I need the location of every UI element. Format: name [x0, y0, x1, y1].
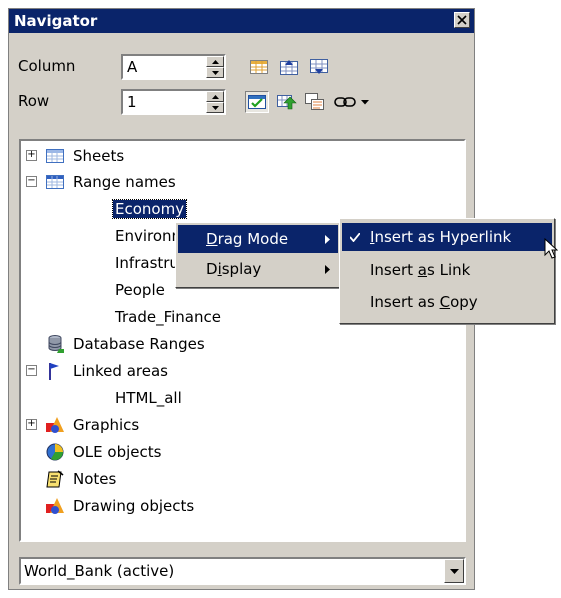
row-spinbox[interactable]: 1 [121, 89, 226, 115]
close-button[interactable] [454, 12, 470, 28]
checkmark-icon [350, 232, 360, 242]
notes-icon [46, 470, 64, 488]
menu-text: rag Mode [217, 230, 289, 248]
database-icon [48, 335, 64, 353]
drag-mode-submenu: Insert as Hyperlink Insert as Link Inser… [339, 218, 555, 324]
scenarios-button[interactable] [275, 91, 299, 113]
submenu-item-insert-as-link[interactable]: Insert as Link [342, 256, 552, 284]
start-button[interactable] [277, 56, 301, 78]
menu-mnemonic: C [439, 293, 451, 311]
tree-label: OLE objects [73, 443, 162, 461]
submenu-item-insert-as-hyperlink[interactable]: Insert as Hyperlink [342, 223, 552, 251]
tree-label: Notes [73, 470, 117, 488]
tree-label: Linked areas [73, 362, 168, 380]
ole-objects-icon [46, 443, 64, 461]
row-increment-button[interactable] [206, 91, 224, 102]
tree-label: Sheets [73, 147, 125, 165]
column-value[interactable]: A [127, 58, 137, 76]
arrow-up-icon [211, 59, 219, 64]
mouse-cursor-icon [544, 238, 558, 259]
arrow-down-icon [211, 70, 219, 75]
range-names-icon [46, 175, 64, 189]
document-select-dropdown-button[interactable] [444, 559, 464, 583]
tree-label: Drawing objects [73, 497, 195, 515]
menu-text: s Link [427, 261, 471, 279]
row-label: Row [18, 92, 50, 110]
window-title: Navigator [14, 12, 98, 30]
start-icon [280, 60, 298, 75]
submenu-arrow-icon [325, 264, 330, 274]
menu-text: nsert as Hyperlink [374, 228, 512, 246]
flag-icon [49, 363, 59, 380]
document-select[interactable]: World_Bank (active) [19, 557, 466, 585]
chevron-down-icon [360, 99, 369, 104]
column-spinbox[interactable]: A [121, 54, 226, 80]
tree-label: Infrastru [115, 254, 179, 272]
tree-item-economy[interactable]: Economy [111, 196, 188, 222]
chevron-down-icon [449, 568, 459, 574]
arrow-down-icon [211, 105, 219, 110]
tree-item-people[interactable]: People [115, 277, 165, 303]
tree-label: Range names [73, 173, 176, 191]
collapse-minus-icon[interactable]: − [26, 176, 37, 187]
end-icon [310, 59, 328, 74]
end-button[interactable] [307, 56, 331, 78]
menu-item-drag-mode[interactable]: Drag Mode [178, 225, 338, 253]
tree-item-html-all[interactable]: HTML_all [115, 385, 182, 411]
drawing-objects-icon [46, 498, 64, 514]
menu-text: splay [221, 260, 262, 278]
arrow-up-icon [211, 94, 219, 99]
context-menu: Drag Mode Display [175, 222, 341, 288]
tree-item-trade-finance[interactable]: Trade_Finance [115, 304, 221, 330]
navigator-tree[interactable]: + Sheets − Range names Economy Environm … [19, 139, 466, 542]
graphics-icon [46, 417, 64, 433]
row-decrement-button[interactable] [206, 102, 224, 113]
link-dropdown-button[interactable] [331, 91, 371, 113]
scenarios-icon [277, 95, 297, 110]
tree-label: Graphics [73, 416, 140, 434]
menu-text: Insert as [370, 293, 440, 311]
toggle-button[interactable] [245, 91, 269, 113]
drag-mode-icon [305, 93, 324, 110]
column-label: Column [18, 57, 76, 75]
document-select-value: World_Bank (active) [24, 562, 175, 580]
menu-text: D [206, 260, 218, 278]
submenu-arrow-icon [325, 234, 330, 244]
column-decrement-button[interactable] [206, 67, 224, 78]
menu-item-display[interactable]: Display [178, 255, 338, 283]
row-value[interactable]: 1 [127, 93, 137, 111]
menu-text: Insert [370, 261, 418, 279]
close-icon [457, 15, 467, 25]
tree-label: HTML_all [115, 389, 182, 407]
collapse-minus-icon[interactable]: − [26, 365, 37, 376]
menu-mnemonic: a [417, 261, 427, 279]
data-range-button[interactable] [247, 56, 271, 78]
expand-plus-icon[interactable]: + [26, 150, 37, 161]
title-bar: Navigator [9, 9, 474, 33]
data-range-icon [250, 60, 268, 74]
column-increment-button[interactable] [206, 56, 224, 67]
menu-mnemonic: D [206, 230, 218, 248]
expand-plus-icon[interactable]: + [26, 419, 37, 430]
sheets-icon [46, 149, 64, 163]
chain-link-icon [333, 97, 356, 107]
tree-label: People [115, 281, 165, 299]
tree-item-infrastructure[interactable]: Infrastru [115, 250, 179, 276]
tree-label: Database Ranges [73, 335, 205, 353]
tree-label-selected[interactable]: Economy [111, 199, 188, 219]
menu-text: opy [450, 293, 478, 311]
toggle-icon [248, 95, 266, 109]
tree-label: Trade_Finance [115, 308, 221, 326]
submenu-item-insert-as-copy[interactable]: Insert as Copy [342, 288, 552, 316]
drag-mode-button[interactable] [303, 91, 327, 113]
